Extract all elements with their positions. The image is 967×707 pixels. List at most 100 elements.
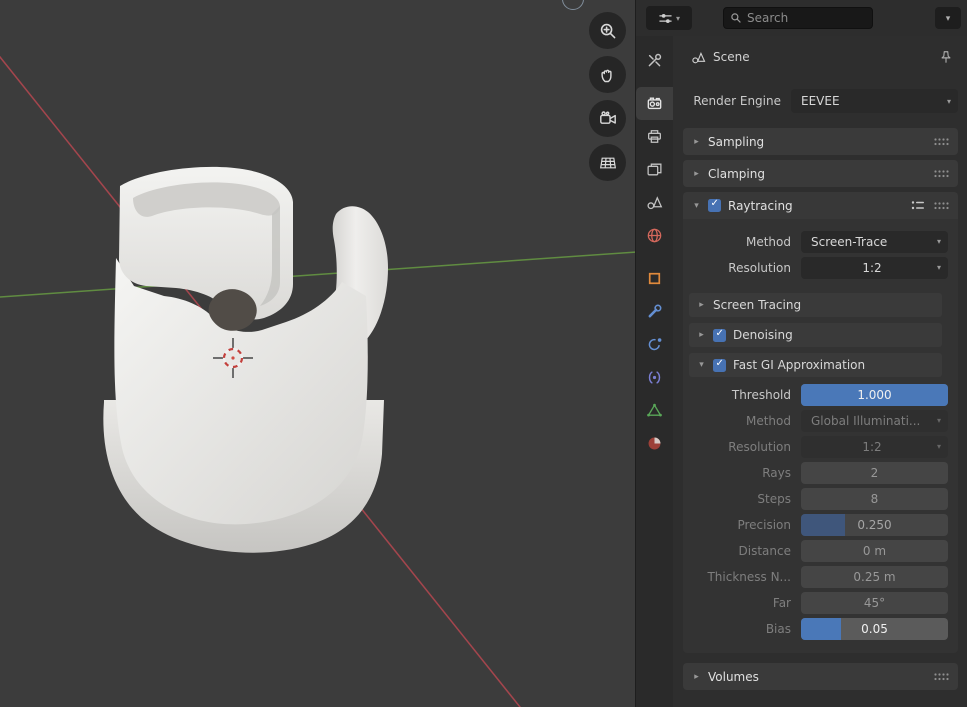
fast-gi-subpanel[interactable]: ▾ Fast GI Approximation (689, 353, 942, 377)
tab-object[interactable] (636, 262, 673, 295)
tab-world[interactable] (636, 219, 673, 252)
volumes-panel: ▸ Volumes (683, 663, 958, 690)
drag-handle-icon[interactable] (934, 202, 949, 210)
editor-type-button[interactable]: ▾ (646, 6, 692, 30)
render-icon (646, 95, 663, 112)
raytracing-resolution-dropdown[interactable]: 1:2 ▾ (801, 257, 948, 279)
chevron-right-icon: ▸ (692, 137, 701, 147)
drag-handle-icon[interactable] (934, 170, 949, 178)
breadcrumb-scene[interactable]: Scene (713, 50, 750, 64)
tab-scene[interactable] (636, 186, 673, 219)
material-sphere-icon (646, 435, 663, 452)
object-icon (646, 270, 663, 287)
clamping-panel: ▸ Clamping (683, 160, 958, 187)
far-field: 45° (801, 592, 948, 614)
fast-gi-checkbox[interactable] (713, 359, 726, 372)
pin-icon[interactable] (939, 50, 953, 64)
search-box[interactable] (723, 7, 873, 29)
clamping-panel-header[interactable]: ▸ Clamping (683, 160, 958, 187)
chevron-down-icon: ▾ (692, 201, 701, 211)
physics-icon (646, 336, 663, 353)
tab-object-data[interactable] (636, 394, 673, 427)
zoom-button[interactable] (589, 12, 626, 49)
screen-tracing-subpanel[interactable]: ▸ Screen Tracing (689, 293, 942, 317)
threshold-slider[interactable]: 1.000 (801, 384, 948, 406)
world-icon (646, 227, 663, 244)
far-row: Far 45° (683, 591, 948, 614)
gi-resolution-row: Resolution 1:2 ▾ (683, 435, 948, 458)
mesh-data-icon (646, 402, 663, 419)
precision-slider: 0.250 (801, 514, 948, 536)
chevron-down-icon: ▾ (676, 14, 680, 23)
threshold-row: Threshold 1.000 (683, 383, 948, 406)
orthographic-button[interactable] (589, 144, 626, 181)
viewport-nav-buttons (589, 12, 626, 181)
breadcrumb: Scene (673, 44, 967, 70)
gi-method-dropdown: Global Illuminati... ▾ (801, 410, 948, 432)
chevron-down-icon: ▾ (937, 263, 941, 272)
render-properties-content: Scene Render Engine EEVEE ▾ (673, 36, 967, 707)
gi-resolution-dropdown: 1:2 ▾ (801, 436, 948, 458)
tab-output[interactable] (636, 120, 673, 153)
render-engine-row: Render Engine EEVEE ▾ (683, 89, 958, 113)
chevron-down-icon: ▾ (697, 360, 706, 370)
denoising-checkbox[interactable] (713, 329, 726, 342)
panel-menu-button[interactable]: ▾ (935, 7, 961, 29)
drag-handle-icon[interactable] (934, 138, 949, 146)
raytracing-panel-header[interactable]: ▾ Raytracing (683, 192, 958, 219)
constraint-icon (646, 369, 663, 386)
printer-icon (646, 128, 663, 145)
search-input[interactable] (747, 11, 866, 25)
chevron-down-icon: ▾ (937, 416, 941, 425)
bias-slider[interactable]: 0.05 (801, 618, 948, 640)
zoom-in-icon (598, 21, 618, 41)
camera-icon (598, 109, 618, 129)
gi-method-row: Method Global Illuminati... ▾ (683, 409, 948, 432)
tab-render[interactable] (636, 87, 673, 120)
tab-material[interactable] (636, 427, 673, 460)
raytracing-checkbox[interactable] (708, 199, 721, 212)
camera-view-button[interactable] (589, 100, 626, 137)
pan-button[interactable] (589, 56, 626, 93)
chevron-right-icon: ▸ (697, 330, 706, 340)
sampling-panel: ▸ Sampling (683, 128, 958, 155)
chevron-down-icon: ▾ (947, 97, 951, 106)
3d-object[interactable] (103, 167, 388, 553)
raytracing-method-dropdown[interactable]: Screen-Trace ▾ (801, 231, 948, 253)
viewport-canvas (0, 0, 635, 707)
raytracing-panel: ▾ Raytracing Method (683, 192, 958, 653)
render-engine-dropdown[interactable]: EEVEE ▾ (791, 89, 958, 113)
tab-constraints[interactable] (636, 361, 673, 394)
blender-window: ▾ ▾ (0, 0, 967, 707)
properties-editor: ▾ ▾ (635, 0, 967, 707)
distance-field: 0 m (801, 540, 948, 562)
chevron-right-icon: ▸ (692, 169, 701, 179)
chevron-right-icon: ▸ (697, 300, 706, 310)
sampling-panel-header[interactable]: ▸ Sampling (683, 128, 958, 155)
volumes-panel-header[interactable]: ▸ Volumes (683, 663, 958, 690)
tab-view-layer[interactable] (636, 153, 673, 186)
scene-breadcrumb-icon (691, 50, 706, 65)
search-icon (730, 12, 742, 24)
3d-viewport[interactable] (0, 0, 635, 707)
chevron-down-icon: ▾ (937, 237, 941, 246)
tab-physics[interactable] (636, 328, 673, 361)
tab-tool[interactable] (636, 44, 673, 77)
properties-header: ▾ ▾ (636, 0, 967, 36)
drag-handle-icon[interactable] (934, 673, 949, 681)
grid-icon (598, 153, 618, 173)
properties-tab-strip (636, 36, 673, 707)
denoising-subpanel[interactable]: ▸ Denoising (689, 323, 942, 347)
panel-options-icon[interactable] (911, 200, 925, 212)
scene-icon (646, 194, 663, 211)
tab-modifiers[interactable] (636, 295, 673, 328)
steps-field: 8 (801, 488, 948, 510)
thickness-row: Thickness N... 0.25 m (683, 565, 948, 588)
raytracing-method-row: Method Screen-Trace ▾ (683, 230, 948, 253)
chevron-down-icon: ▾ (937, 442, 941, 451)
properties-editor-icon (658, 12, 673, 25)
tool-icon (646, 52, 663, 69)
thickness-field: 0.25 m (801, 566, 948, 588)
chevron-right-icon: ▸ (692, 672, 701, 682)
bias-row: Bias 0.05 (683, 617, 948, 640)
